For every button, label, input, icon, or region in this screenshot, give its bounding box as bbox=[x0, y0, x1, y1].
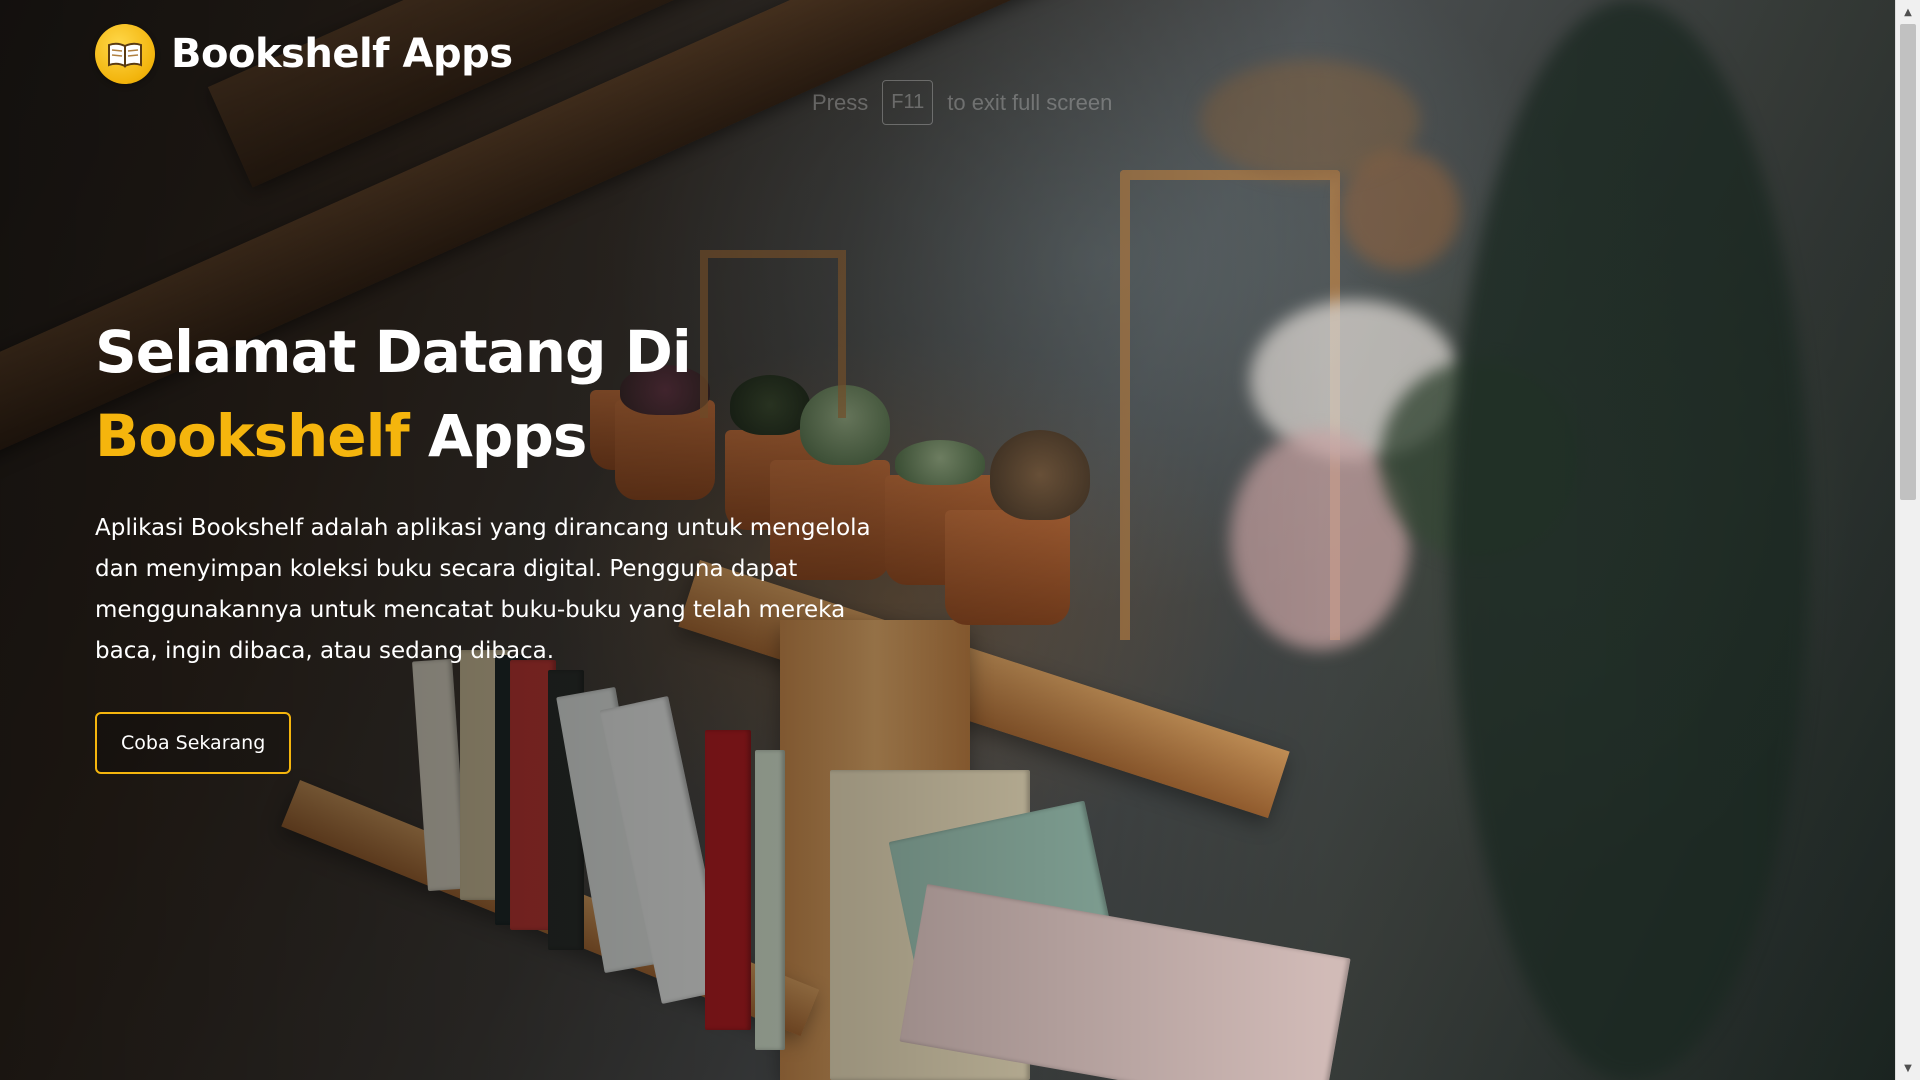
vertical-scrollbar[interactable]: ▲ ▼ bbox=[1895, 0, 1920, 1080]
try-now-button[interactable]: Coba Sekarang bbox=[95, 712, 292, 774]
landing-page: Bookshelf Apps Press F11 to exit full sc… bbox=[0, 0, 1920, 1080]
hero-title-rest: Apps bbox=[427, 402, 587, 470]
scrollbar-thumb[interactable] bbox=[1900, 24, 1916, 500]
navbar: Bookshelf Apps bbox=[95, 24, 513, 84]
fullscreen-hint-suffix: to exit full screen bbox=[947, 89, 1113, 115]
chevron-down-icon[interactable]: ▼ bbox=[1896, 1058, 1920, 1078]
fullscreen-hint-prefix: Press bbox=[812, 89, 869, 115]
open-book-icon[interactable] bbox=[95, 24, 155, 84]
hero-section: Selamat Datang Di Bookshelf Apps Aplikas… bbox=[95, 310, 935, 774]
hero-title-accent: Bookshelf bbox=[95, 402, 410, 470]
hero-title: Selamat Datang Di Bookshelf Apps bbox=[95, 310, 935, 478]
fullscreen-hint-key: F11 bbox=[882, 80, 934, 125]
fullscreen-hint: Press F11 to exit full screen bbox=[812, 80, 1112, 125]
chevron-up-icon[interactable]: ▲ bbox=[1896, 2, 1920, 22]
brand-name[interactable]: Bookshelf Apps bbox=[171, 31, 513, 77]
hero-description: Aplikasi Bookshelf adalah aplikasi yang … bbox=[95, 515, 871, 664]
book-glyph bbox=[108, 42, 142, 68]
hero-title-line1: Selamat Datang Di bbox=[95, 318, 692, 386]
